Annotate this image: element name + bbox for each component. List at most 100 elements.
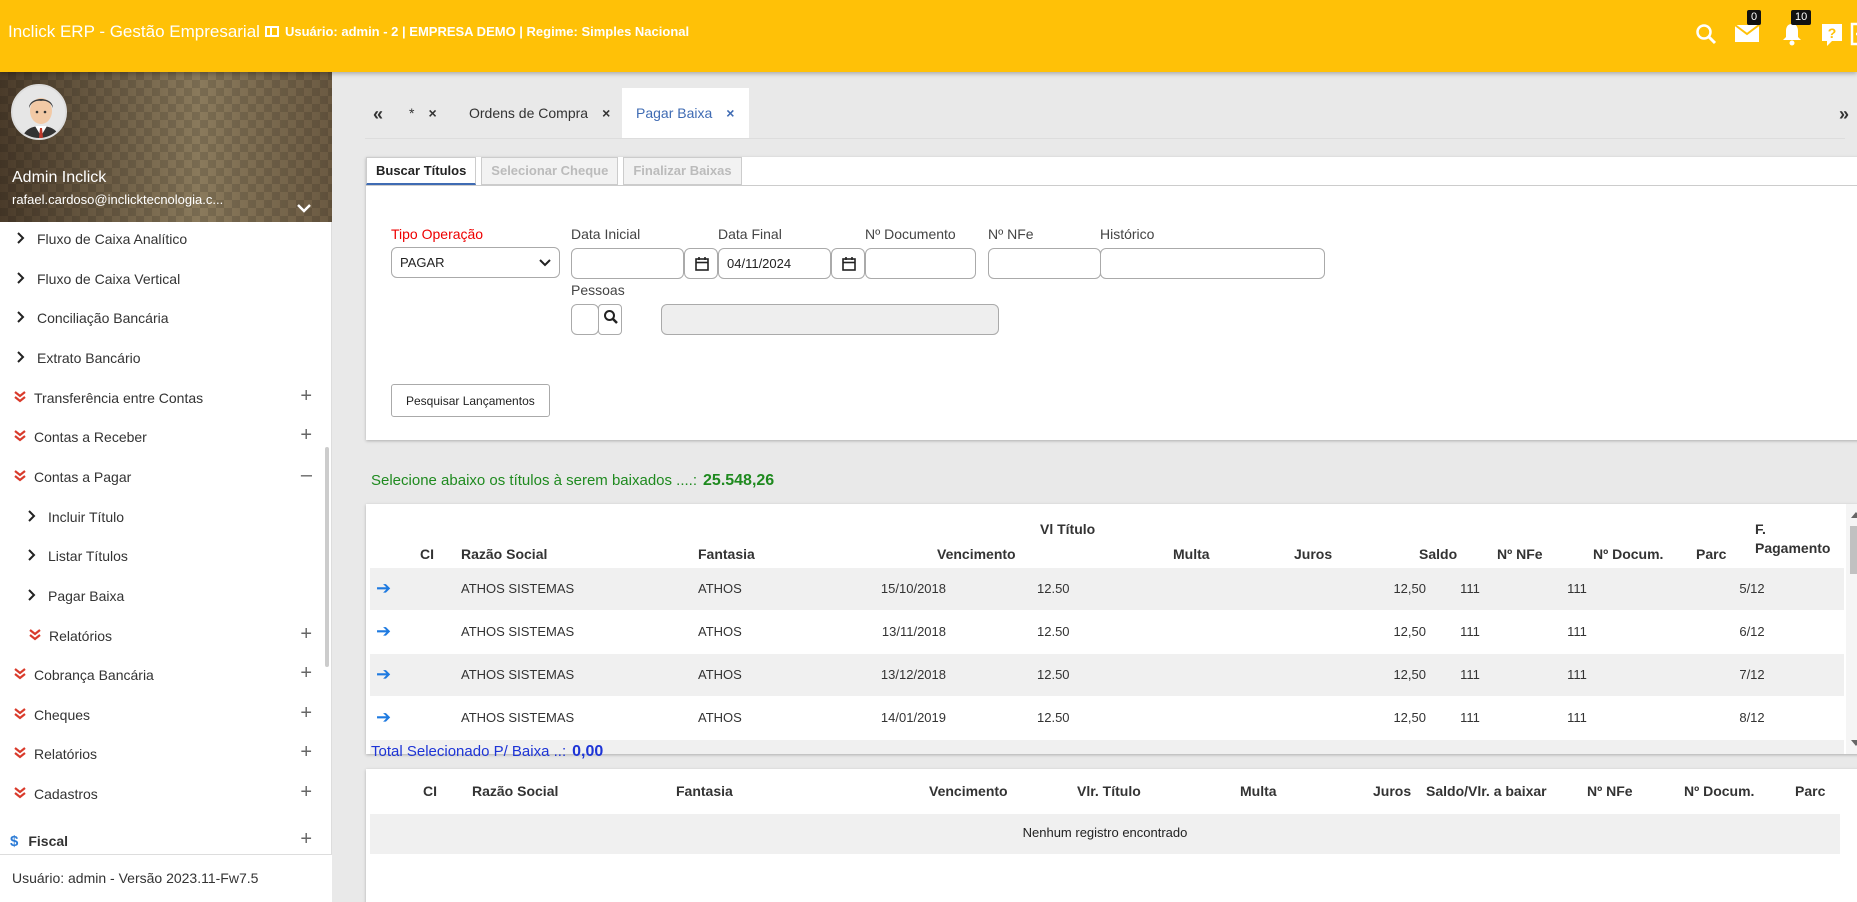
sidebar-item-pagar-baixa[interactable]: Pagar Baixa — [0, 579, 332, 613]
close-icon[interactable]: × — [428, 105, 436, 121]
table-scrollbar[interactable] — [1846, 504, 1857, 754]
chevron-right-icon — [17, 350, 31, 366]
cell-n-nfe: 111 — [1460, 667, 1480, 682]
tab-label: Pagar Baixa — [636, 105, 713, 121]
tab-untitled[interactable]: * × — [395, 88, 451, 138]
subtab-buscar-titulos[interactable]: Buscar Títulos — [366, 157, 477, 185]
table-row[interactable]: ➔ ATHOS SISTEMAS ATHOS 13/12/2018 12.50 12,50… — [370, 654, 1844, 696]
scroll-thumb[interactable] — [1850, 526, 1857, 574]
sidebar-item-cobranca[interactable]: Cobrança Bancária + — [0, 658, 332, 692]
sidebar-item-extrato[interactable]: Extrato Bancário — [0, 341, 332, 375]
n-documento-input[interactable] — [865, 248, 976, 279]
user-info-text: Usuário: admin - 2 | EMPRESA DEMO | Regi… — [285, 24, 690, 39]
version-footer: Usuário: admin - Versão 2023.11-Fw7.5 — [0, 854, 332, 902]
chevron-down-icon[interactable] — [296, 200, 312, 216]
sidebar-item-contas-receber[interactable]: Contas a Receber + — [0, 420, 332, 454]
subtab-selecionar-cheque[interactable]: Selecionar Cheque — [481, 157, 619, 185]
tipo-operacao-select[interactable]: PAGAR — [391, 247, 560, 278]
double-chevron-down-icon — [14, 667, 28, 683]
sidebar-item-relatorios[interactable]: Relatórios + — [0, 737, 332, 771]
select-arrow-icon[interactable]: ➔ — [376, 578, 391, 599]
search-icon[interactable] — [1691, 16, 1721, 52]
expand-icon[interactable]: + — [300, 385, 312, 407]
pesquisar-lancamentos-button[interactable]: Pesquisar Lançamentos — [391, 384, 550, 417]
expand-icon[interactable]: + — [300, 662, 312, 684]
tab-ordens-compra[interactable]: Ordens de Compra × — [455, 88, 624, 138]
scroll-up-icon[interactable] — [1851, 512, 1857, 518]
historico-input[interactable] — [1100, 248, 1325, 279]
tab-pagar-baixa[interactable]: Pagar Baixa × — [622, 88, 749, 138]
user-info: Usuário: admin - 2 | EMPRESA DEMO | Regi… — [265, 24, 689, 39]
sidebar-item-cheques[interactable]: Cheques + — [0, 698, 332, 732]
cell-parc: 6/12 — [1739, 624, 1765, 639]
profile-email: rafael.cardoso@inclicktecnologia.c... — [12, 192, 224, 207]
sidebar-item-cadastros[interactable]: Cadastros + — [0, 777, 332, 811]
col-header-n-nfe: Nº NFe — [1587, 783, 1633, 799]
col-header-ci: CI — [420, 546, 434, 562]
search-icon[interactable] — [598, 304, 622, 335]
cell-parc: 7/12 — [1739, 667, 1765, 682]
sidebar-item-label: Cadastros — [34, 786, 98, 802]
select-arrow-icon[interactable]: ➔ — [376, 707, 391, 728]
select-arrow-icon[interactable]: ➔ — [376, 621, 391, 642]
pessoas-name-input[interactable] — [661, 304, 999, 335]
data-inicial-label: Data Inicial — [571, 226, 641, 242]
sidebar-item-contas-pagar[interactable]: Contas a Pagar – — [0, 460, 332, 494]
sidebar-item-relatorios-pagar[interactable]: Relatórios + — [0, 619, 332, 653]
tab-next-button[interactable]: » — [1839, 104, 1849, 125]
sidebar: Admin Inclick rafael.cardoso@inclicktecn… — [0, 72, 332, 902]
chevron-right-icon — [28, 509, 42, 525]
bell-icon[interactable]: 10 — [1777, 10, 1812, 52]
chevron-right-icon — [17, 231, 31, 247]
search-panel: Buscar Títulos Selecionar Cheque Finaliz… — [366, 157, 1857, 440]
sidebar-item-listar-titulos[interactable]: Listar Títulos — [0, 539, 332, 573]
pessoas-code-input[interactable] — [571, 304, 599, 335]
tab-prev-button[interactable]: « — [373, 104, 383, 125]
sidebar-item-conciliacao[interactable]: Conciliação Bancária — [0, 301, 332, 335]
sidebar-scrollbar[interactable] — [325, 447, 329, 667]
sidebar-item-label: Pagar Baixa — [48, 588, 125, 604]
table-row[interactable]: ➔ ATHOS SISTEMAS ATHOS 15/10/2018 12.50 12,50… — [370, 568, 1844, 610]
close-icon[interactable]: × — [602, 105, 610, 121]
sidebar-item-transferencia[interactable]: Transferência entre Contas + — [0, 381, 332, 415]
col-header-n-nfe: Nº NFe — [1497, 546, 1543, 562]
sidebar-item-label: Incluir Título — [48, 509, 124, 525]
logout-icon[interactable] — [1847, 16, 1857, 52]
data-final-input[interactable] — [718, 248, 831, 279]
table-row[interactable]: ➔ ATHOS SISTEMAS ATHOS 13/11/2018 12.50 12,50… — [370, 611, 1844, 653]
expand-icon[interactable]: + — [300, 828, 312, 850]
avatar[interactable] — [11, 84, 67, 140]
pessoas-label: Pessoas — [571, 282, 625, 298]
select-arrow-icon[interactable]: ➔ — [376, 664, 391, 685]
expand-icon[interactable]: + — [300, 781, 312, 803]
n-nfe-input[interactable] — [988, 248, 1101, 279]
data-inicial-input[interactable] — [571, 248, 684, 279]
close-icon[interactable]: × — [726, 105, 734, 121]
sidebar-item-fluxo-analitico[interactable]: Fluxo de Caixa Analítico — [0, 222, 332, 256]
calendar-icon[interactable] — [831, 248, 865, 279]
sidebar-item-incluir-titulo[interactable]: Incluir Título — [0, 500, 332, 534]
help-icon[interactable]: ? — [1817, 16, 1847, 52]
sidebar-item-label: Relatórios — [49, 628, 113, 644]
calendar-icon[interactable] — [684, 248, 718, 279]
sidebar-item-fiscal[interactable]: $ Fiscal + — [0, 824, 332, 858]
chevron-right-icon — [28, 588, 42, 604]
cell-saldo: 12,50 — [1326, 753, 1426, 754]
mail-icon[interactable]: 0 — [1731, 10, 1762, 52]
expand-icon[interactable]: + — [300, 424, 312, 446]
n-nfe-label: Nº NFe — [988, 226, 1034, 242]
collapse-icon[interactable]: – — [301, 464, 312, 486]
col-header-juros: Juros — [1373, 783, 1412, 799]
sidebar-item-fluxo-vertical[interactable]: Fluxo de Caixa Vertical — [0, 262, 332, 296]
chevron-down-icon — [539, 259, 551, 267]
expand-icon[interactable]: + — [300, 623, 312, 645]
cell-vl-titulo: 12.50 — [1037, 710, 1070, 725]
top-header: Inclick ERP - Gestão Empresarial Usuário… — [0, 0, 1857, 72]
scroll-down-icon[interactable] — [1851, 740, 1857, 746]
col-header-n-docum: Nº Docum. — [1593, 546, 1664, 562]
col-header-parc: Parc — [1696, 546, 1727, 562]
subtab-finalizar-baixas[interactable]: Finalizar Baixas — [623, 157, 742, 185]
table-row[interactable]: ➔ ATHOS SISTEMAS ATHOS 14/01/2019 12.50 12,50… — [370, 697, 1844, 739]
expand-icon[interactable]: + — [300, 741, 312, 763]
expand-icon[interactable]: + — [300, 702, 312, 724]
